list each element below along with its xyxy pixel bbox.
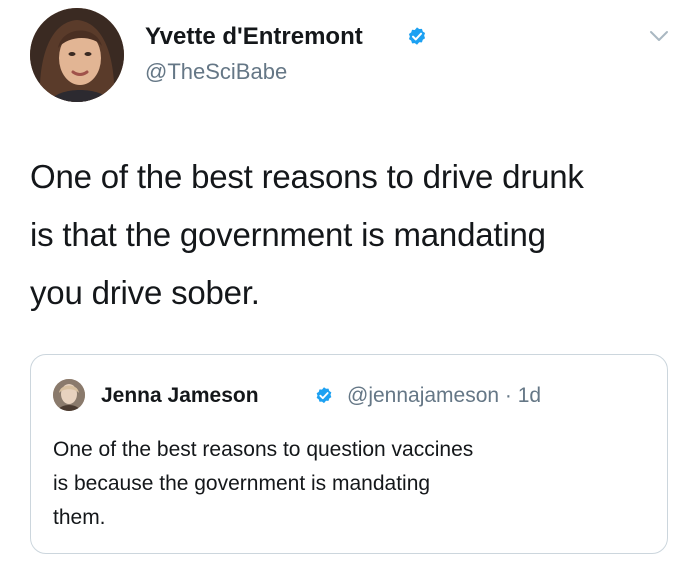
author-display-name[interactable]: Yvette d'Entremont <box>145 22 363 52</box>
tweet-text-line: is that the government is mandating <box>30 216 546 253</box>
author-avatar[interactable] <box>30 8 124 102</box>
quoted-author-avatar[interactable] <box>53 379 85 411</box>
verified-badge-icon <box>408 27 426 45</box>
tweet-text-line: One of the best reasons to drive drunk <box>30 158 584 195</box>
quoted-author-handle-and-time[interactable]: @jennajameson · 1d <box>347 383 541 409</box>
quoted-author-display-name[interactable]: Jenna Jameson <box>101 383 259 409</box>
tweet-card: Yvette d'Entremont @TheSciBabe One of th… <box>0 0 700 572</box>
quoted-tweet[interactable]: Jenna Jameson @jennajameson · 1d One of … <box>30 354 668 554</box>
tweet-body: One of the best reasons to drive drunk i… <box>30 148 680 322</box>
quoted-tweet-text-line: is because the government is mandating <box>53 472 431 495</box>
quoted-tweet-body: One of the best reasons to question vacc… <box>53 433 653 535</box>
quoted-tweet-text-line: them. <box>53 506 106 529</box>
author-handle[interactable]: @TheSciBabe <box>145 58 287 86</box>
author-avatar-image <box>30 8 124 102</box>
quoted-author-avatar-image <box>53 379 85 411</box>
chevron-down-icon[interactable] <box>648 28 670 44</box>
tweet-text-line: you drive sober. <box>30 274 260 311</box>
verified-badge-icon <box>316 387 332 404</box>
quoted-tweet-text-line: One of the best reasons to question vacc… <box>53 438 474 461</box>
